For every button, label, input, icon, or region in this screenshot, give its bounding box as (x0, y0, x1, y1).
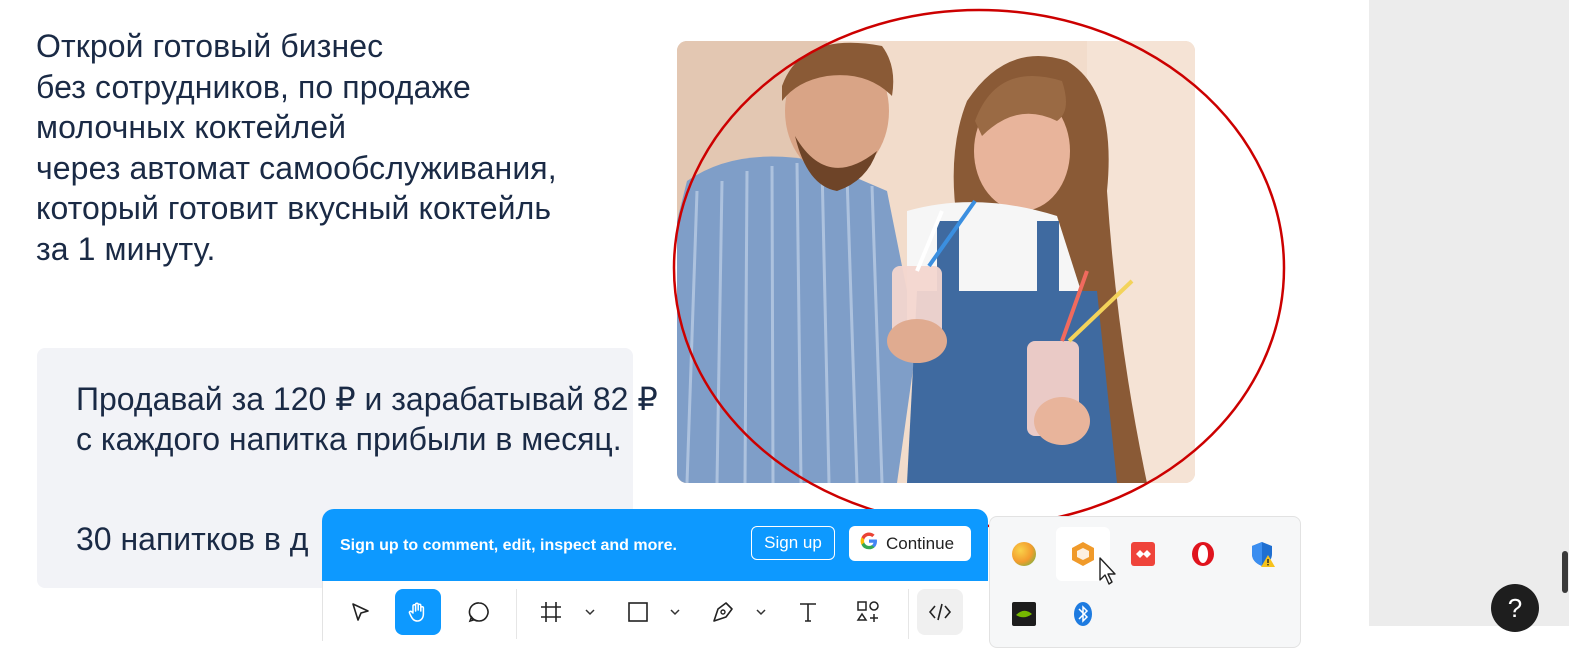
windows-security-warning-icon[interactable] (1236, 527, 1290, 581)
system-tray-overflow (989, 516, 1301, 648)
headline-line: без сотрудников, по продаже (36, 68, 471, 105)
chevron-down-icon[interactable] (584, 607, 596, 617)
continue-label: Continue (886, 533, 955, 553)
headline-line: за 1 минуту. (36, 230, 216, 267)
anydesk-icon[interactable] (1116, 527, 1170, 581)
toolbar-separator (908, 589, 909, 639)
promo-line-3: 30 напитков в д (76, 521, 309, 557)
move-tool-icon[interactable] (337, 589, 383, 635)
promo-line-2: с каждого напитка прибыли в месяц. (76, 421, 622, 457)
headline-line: молочных коктейлей (36, 109, 347, 145)
chevron-down-icon[interactable] (755, 607, 767, 617)
banner-text: Sign up to comment, edit, inspect and mo… (340, 537, 677, 554)
frame-tool-icon[interactable] (528, 589, 574, 635)
right-gutter (1369, 0, 1569, 626)
components-tool-icon[interactable] (845, 589, 891, 635)
dev-mode-tool-icon[interactable] (917, 589, 963, 635)
signup-button[interactable]: Sign up (751, 526, 835, 560)
chevron-down-icon[interactable] (669, 607, 681, 617)
opera-icon[interactable] (1176, 527, 1230, 581)
figma-toolbar (322, 581, 990, 641)
google-icon (859, 531, 879, 556)
signup-banner: Sign up to comment, edit, inspect and mo… (322, 509, 988, 581)
hand-tool-icon[interactable] (395, 589, 441, 635)
mouse-cursor-icon (1099, 557, 1116, 585)
pen-tool-icon[interactable] (700, 589, 746, 635)
help-button[interactable]: ? (1491, 584, 1539, 632)
chrome-canary-icon[interactable] (997, 527, 1051, 581)
text-tool-icon[interactable] (785, 589, 831, 635)
scrollbar-thumb[interactable] (1562, 551, 1568, 593)
headline-line: Открой готовый бизнес (36, 28, 384, 64)
headline-line: который готовит вкусный коктейль (36, 190, 552, 226)
headline: Открой готовый бизнес без сотрудников, п… (36, 26, 557, 269)
headline-line: через автомат самообслуживания, (36, 149, 557, 186)
promo-line-1: Продавай за 120 ₽ и зарабатывай 82 ₽ (76, 381, 658, 417)
continue-with-google-button[interactable]: Continue (849, 526, 971, 561)
nvidia-icon[interactable] (997, 587, 1051, 641)
shape-tool-icon[interactable] (615, 589, 661, 635)
comment-tool-icon[interactable] (456, 589, 502, 635)
couple-photo (677, 41, 1195, 483)
bluetooth-icon[interactable] (1056, 587, 1110, 641)
toolbar-separator (516, 589, 517, 639)
